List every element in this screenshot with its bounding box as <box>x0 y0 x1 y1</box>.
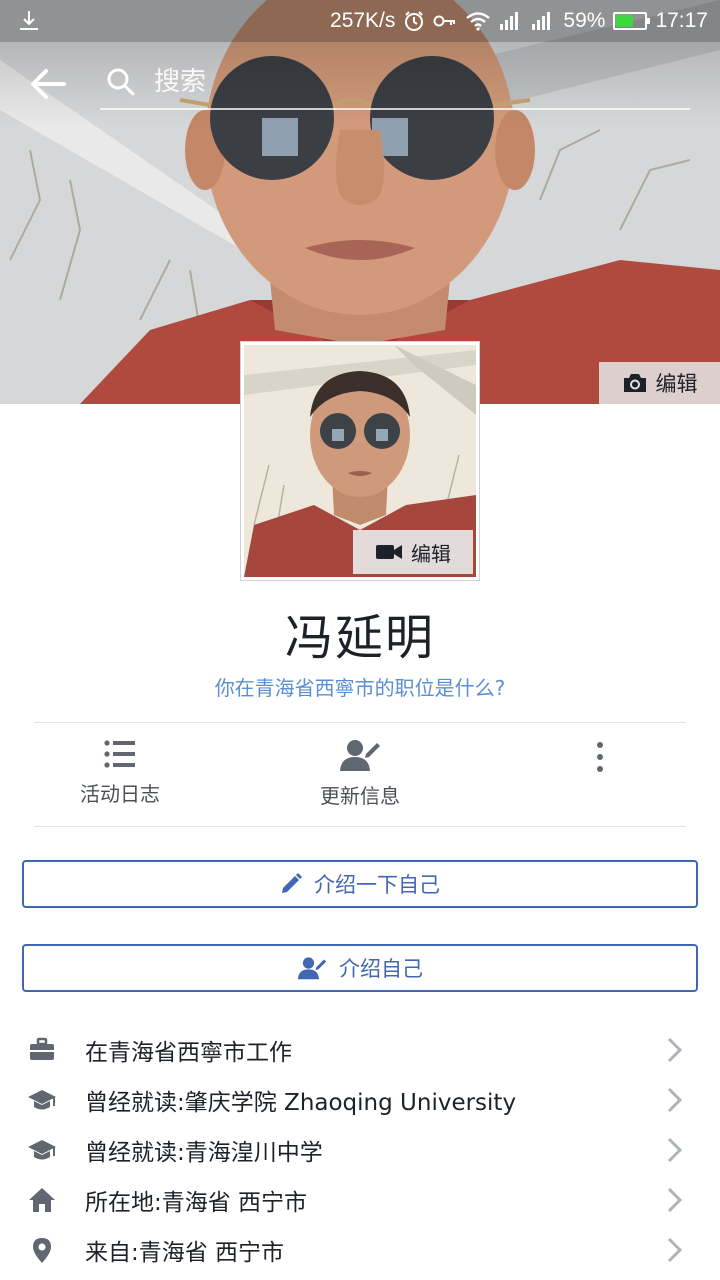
update-info-label: 更新信息 <box>320 784 400 808</box>
video-camera-icon <box>376 545 402 559</box>
profile-picture[interactable]: 编辑 <box>241 342 479 580</box>
key-icon <box>433 15 456 27</box>
profile-name: 冯延明 <box>284 610 435 666</box>
info-item-work[interactable]: 在青海省西寧市工作 <box>0 1025 720 1075</box>
info-item-education[interactable]: 曾经就读:青海湟川中学 <box>0 1125 720 1175</box>
info-text: 所在地:青海省 西宁市 <box>85 1190 308 1216</box>
activity-log-label: 活动日志 <box>80 782 160 806</box>
list-icon <box>104 740 135 768</box>
more-options-button[interactable] <box>520 738 680 818</box>
edit-profile-icon <box>340 740 380 771</box>
activity-log-button[interactable]: 活动日志 <box>40 738 200 818</box>
download-icon <box>20 11 38 30</box>
battery-level-fill <box>616 15 633 27</box>
search-icon <box>107 68 135 96</box>
info-text: 来自:青海省 西宁市 <box>85 1240 285 1266</box>
home-icon <box>29 1188 55 1212</box>
chevron-right-icon <box>667 1037 683 1063</box>
location-pin-icon <box>33 1238 51 1263</box>
graduation-cap-icon <box>28 1090 56 1110</box>
battery-icon <box>613 12 651 30</box>
divider <box>34 722 686 723</box>
wifi-icon <box>466 12 491 31</box>
camera-icon <box>623 374 646 392</box>
top-search-bar <box>0 42 720 126</box>
divider <box>34 826 686 827</box>
info-item-current-city[interactable]: 所在地:青海省 西宁市 <box>0 1175 720 1225</box>
graduation-cap-icon <box>28 1140 56 1160</box>
info-text: 曾经就读:肇庆学院 Zhaoqing University <box>85 1090 517 1116</box>
describe-yourself-button[interactable]: 介绍自己 <box>22 944 698 992</box>
chevron-right-icon <box>667 1137 683 1163</box>
back-arrow-icon[interactable] <box>28 66 68 102</box>
signal-icon <box>532 12 551 30</box>
edit-profile-icon <box>297 957 327 980</box>
search-field[interactable] <box>100 56 690 110</box>
info-item-hometown[interactable]: 来自:青海省 西宁市 <box>0 1225 720 1275</box>
chevron-right-icon <box>667 1187 683 1213</box>
job-prompt-link[interactable]: 你在青海省西寧市的职位是什么? <box>0 672 720 701</box>
info-text: 在青海省西寧市工作 <box>85 1040 292 1066</box>
introduce-yourself-button[interactable]: 介绍一下自己 <box>22 860 698 908</box>
introduce-yourself-label: 介绍一下自己 <box>314 873 440 897</box>
edit-cover-button[interactable]: 编辑 <box>599 362 720 404</box>
pencil-icon <box>282 873 302 893</box>
update-info-button[interactable]: 更新信息 <box>280 738 440 818</box>
chevron-right-icon <box>667 1087 683 1113</box>
briefcase-icon <box>30 1037 54 1060</box>
edit-profile-picture-button[interactable]: 编辑 <box>353 530 473 574</box>
chevron-right-icon <box>667 1237 683 1263</box>
profile-actions: 活动日志 更新信息 <box>0 724 720 826</box>
network-speed: 257K/s <box>330 9 396 32</box>
edit-cover-label: 编辑 <box>655 372 698 396</box>
info-item-education[interactable]: 曾经就读:肇庆学院 Zhaoqing University <box>0 1075 720 1125</box>
search-input[interactable] <box>152 66 652 98</box>
describe-yourself-label: 介绍自己 <box>339 957 423 981</box>
more-vertical-icon <box>597 742 603 772</box>
signal-icon <box>500 12 519 30</box>
clock: 17:17 <box>655 9 708 32</box>
edit-avatar-label: 编辑 <box>411 541 451 566</box>
battery-percent: 59% <box>563 9 606 32</box>
alarm-icon <box>405 11 424 31</box>
status-bar: 257K/s 59% 17:17 <box>0 0 720 42</box>
info-text: 曾经就读:青海湟川中学 <box>85 1140 323 1166</box>
